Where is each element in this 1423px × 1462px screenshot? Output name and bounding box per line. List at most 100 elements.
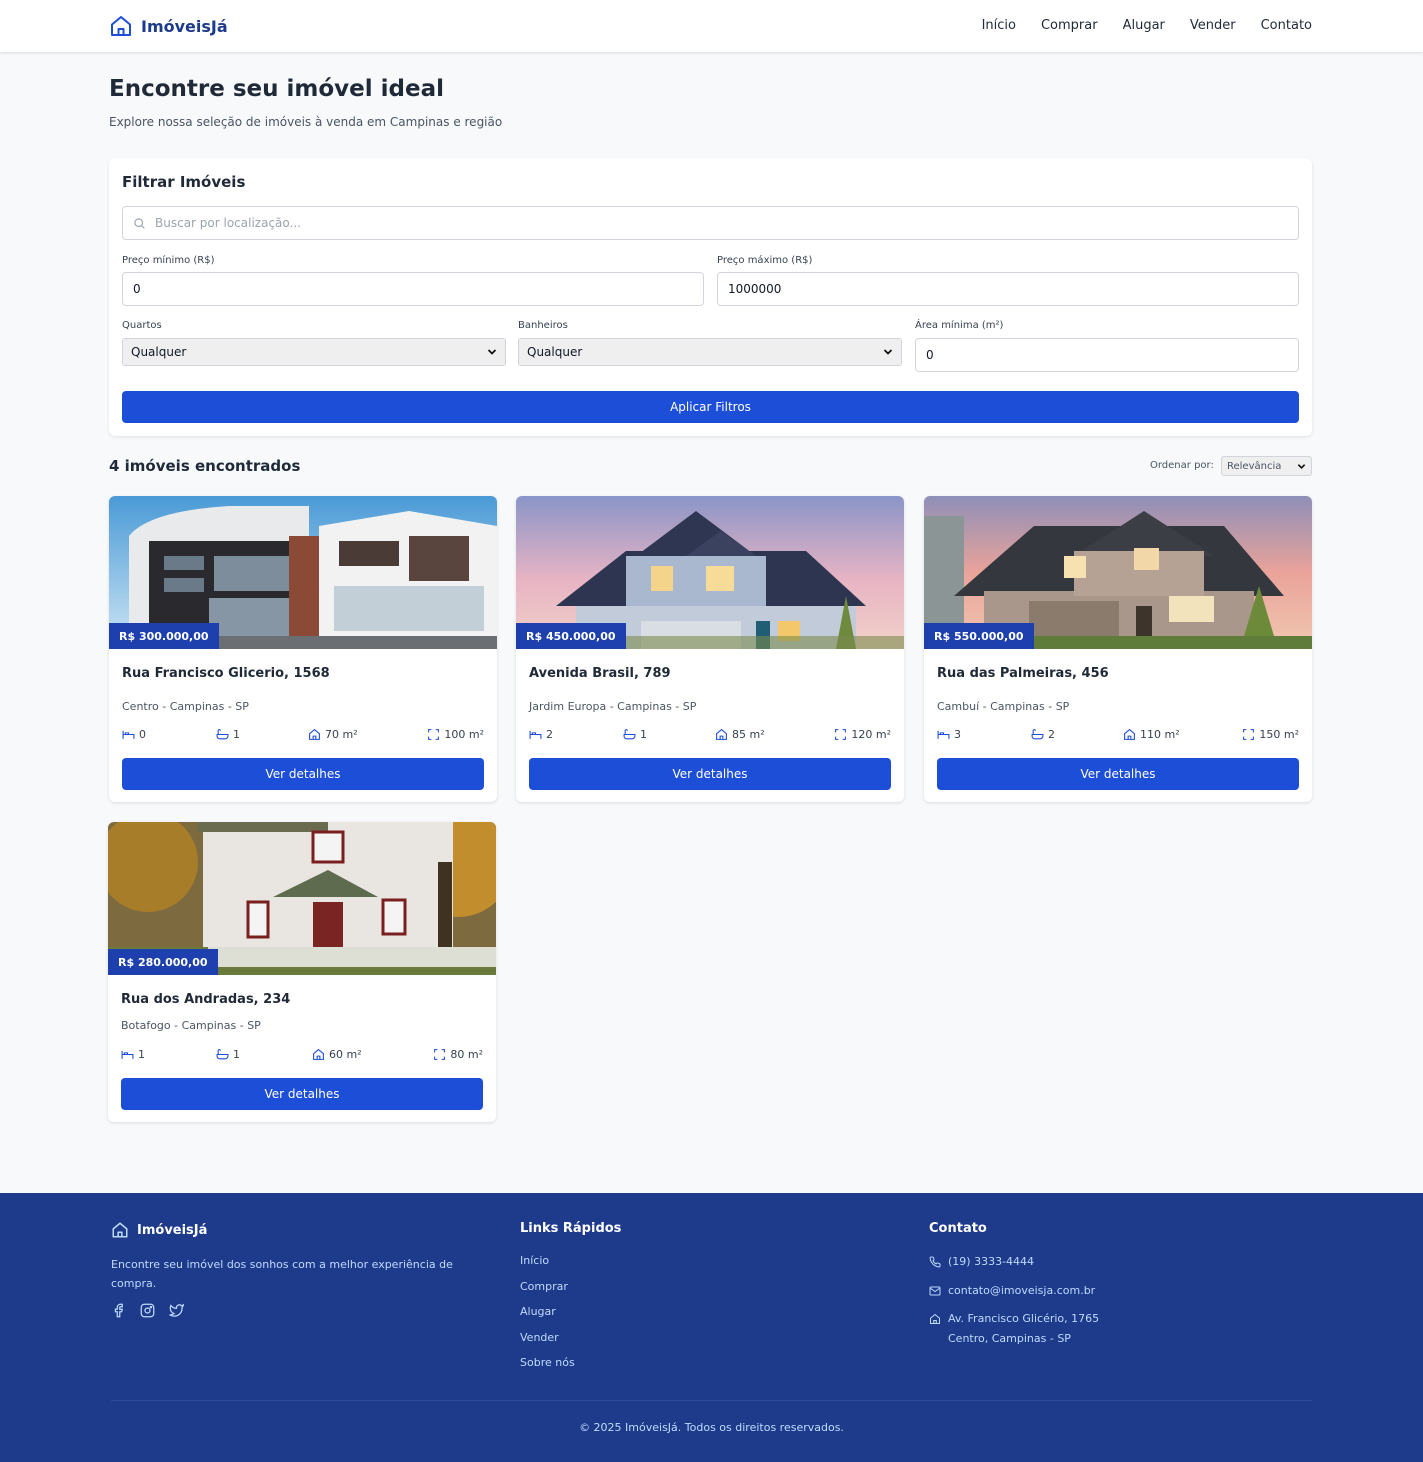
stat-bathrooms: 1 [216, 728, 240, 741]
chevron-down-icon [1297, 463, 1306, 469]
bathrooms-count: 1 [233, 728, 240, 741]
property-title[interactable]: Rua Francisco Glicerio, 1568 [122, 666, 330, 681]
stat-built-area: 70 m² [308, 728, 358, 741]
bath-icon [216, 1049, 229, 1060]
contact-address-line2: Centro, Campinas - SP [948, 1332, 1071, 1345]
expand-icon [434, 1049, 446, 1060]
footer-link-alugar[interactable]: Alugar [520, 1305, 575, 1331]
home-icon [313, 1048, 324, 1060]
property-card[interactable]: R$ 450.000,00 Avenida Brasil, 789 Jardim… [516, 496, 904, 802]
property-card[interactable]: R$ 280.000,00 Rua dos Andradas, 234 Bota… [108, 822, 496, 1122]
home-icon [112, 1222, 128, 1238]
stat-built-area: 110 m² [1123, 728, 1180, 741]
property-title[interactable]: Rua dos Andradas, 234 [121, 992, 290, 1007]
view-details-button[interactable]: Ver detalhes [937, 758, 1299, 790]
nav-link-vender[interactable]: Vender [1190, 18, 1236, 33]
bedrooms-count: 2 [546, 728, 553, 741]
footer-links: Início Comprar Alugar Vender Sobre nós [520, 1254, 575, 1382]
min-price-input[interactable] [122, 272, 704, 306]
contact-phone-text: (19) 3333-4444 [948, 1255, 1035, 1268]
bathrooms-select[interactable]: Qualquer [518, 338, 902, 366]
property-card[interactable]: R$ 300.000,00 Rua Francisco Glicerio, 15… [109, 496, 497, 802]
property-location: Centro - Campinas - SP [122, 700, 249, 713]
phone-icon [929, 1256, 941, 1268]
price-badge: R$ 300.000,00 [109, 623, 219, 649]
property-location: Botafogo - Campinas - SP [121, 1019, 261, 1032]
site-footer: ImóveisJá Encontre seu imóvel dos sonhos… [0, 1193, 1423, 1462]
brand-name: ImóveisJá [141, 16, 228, 36]
footer-link-comprar[interactable]: Comprar [520, 1280, 575, 1306]
home-icon [716, 728, 727, 740]
footer-links-title: Links Rápidos [520, 1221, 622, 1236]
property-title[interactable]: Avenida Brasil, 789 [529, 666, 671, 681]
footer-contact-title: Contato [929, 1221, 987, 1236]
total-area-value: 100 m² [444, 728, 484, 741]
bathrooms-count: 1 [640, 728, 647, 741]
brand-logo[interactable]: ImóveisJá [109, 14, 228, 38]
contact-address-line1: Av. Francisco Glicério, 1765 [948, 1312, 1100, 1325]
stat-total-area: 100 m² [427, 728, 484, 741]
built-area-value: 60 m² [329, 1048, 362, 1061]
nav-link-contato[interactable]: Contato [1261, 18, 1312, 33]
nav-link-comprar[interactable]: Comprar [1041, 18, 1098, 33]
bed-icon [937, 730, 950, 739]
property-stats: 1 1 60 m² 80 m² [121, 1048, 483, 1064]
expand-icon [428, 729, 440, 740]
top-navbar: ImóveisJá Início Comprar Alugar Vender C… [0, 0, 1423, 52]
footer-link-sobre[interactable]: Sobre nós [520, 1356, 575, 1382]
bedrooms-count: 1 [138, 1048, 145, 1061]
max-price-label: Preço máximo (R$) [717, 255, 813, 266]
chevron-down-icon [487, 349, 497, 355]
stat-bedrooms: 1 [121, 1048, 145, 1061]
total-area-value: 80 m² [450, 1048, 483, 1061]
home-icon [930, 1313, 940, 1324]
property-title[interactable]: Rua das Palmeiras, 456 [937, 666, 1109, 681]
apply-filters-button[interactable]: Aplicar Filtros [122, 391, 1299, 423]
search-icon [134, 218, 145, 229]
contact-phone[interactable]: (19) 3333-4444 [929, 1252, 1034, 1272]
results-count: 4 imóveis encontrados [109, 457, 301, 475]
total-area-value: 150 m² [1259, 728, 1299, 741]
contact-address: Av. Francisco Glicério, 1765 Centro, Cam… [929, 1309, 1099, 1349]
facebook-icon[interactable] [111, 1303, 126, 1318]
view-details-button[interactable]: Ver detalhes [122, 758, 484, 790]
page-title: Encontre seu imóvel ideal [109, 76, 444, 102]
chevron-down-icon [883, 349, 893, 355]
footer-description: Encontre seu imóvel dos sonhos com a mel… [111, 1258, 453, 1290]
page-subtitle: Explore nossa seleção de imóveis à venda… [109, 115, 503, 129]
bedrooms-label: Quartos [122, 320, 162, 331]
footer-brand[interactable]: ImóveisJá [111, 1221, 207, 1239]
sort-select[interactable]: Relevância [1221, 456, 1312, 476]
footer-link-vender[interactable]: Vender [520, 1331, 575, 1357]
footer-link-inicio[interactable]: Início [520, 1254, 575, 1280]
expand-icon [835, 729, 847, 740]
property-card[interactable]: R$ 550.000,00 Rua das Palmeiras, 456 Cam… [924, 496, 1312, 802]
location-search-input[interactable] [155, 207, 1285, 239]
sort-select-value: Relevância [1227, 460, 1282, 472]
stat-total-area: 120 m² [834, 728, 891, 741]
bedrooms-count: 0 [139, 728, 146, 741]
instagram-icon[interactable] [140, 1303, 155, 1318]
min-area-input[interactable] [915, 338, 1299, 372]
sort-label: Ordenar por: [1150, 460, 1214, 471]
property-stats: 0 1 70 m² 100 m² [122, 728, 484, 744]
min-price-label: Preço mínimo (R$) [122, 255, 215, 266]
max-price-input[interactable] [717, 272, 1299, 306]
bathrooms-select-value: Qualquer [527, 345, 583, 359]
twitter-icon[interactable] [169, 1303, 184, 1318]
social-links [111, 1303, 184, 1318]
view-details-button[interactable]: Ver detalhes [121, 1078, 483, 1110]
home-icon [1124, 728, 1135, 740]
property-stats: 3 2 110 m² 150 m² [937, 728, 1299, 744]
view-details-button[interactable]: Ver detalhes [529, 758, 891, 790]
bath-icon [1031, 729, 1044, 740]
home-icon [309, 728, 320, 740]
bedrooms-select[interactable]: Qualquer [122, 338, 506, 366]
property-location: Cambuí - Campinas - SP [937, 700, 1070, 713]
home-icon [111, 16, 131, 36]
filter-panel-title: Filtrar Imóveis [122, 173, 246, 191]
nav-link-alugar[interactable]: Alugar [1123, 18, 1165, 33]
bedrooms-count: 3 [954, 728, 961, 741]
contact-email[interactable]: contato@imoveisja.com.br [929, 1281, 1095, 1301]
nav-link-inicio[interactable]: Início [982, 18, 1016, 33]
